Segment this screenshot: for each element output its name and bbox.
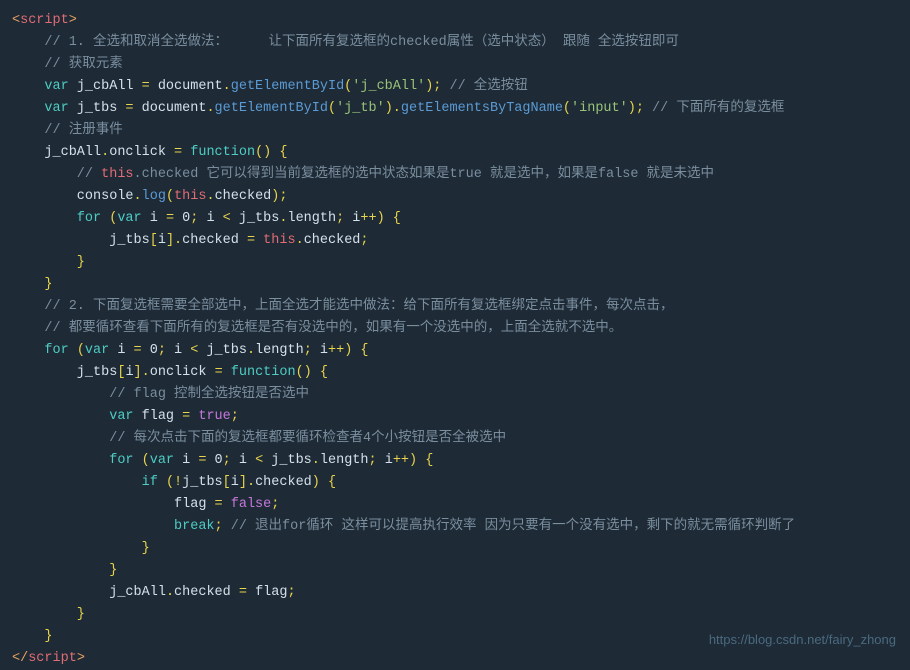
line-24: break; // 退出for循环 这样可以提高执行效率 因为只要有一个没有选中… <box>0 516 910 538</box>
line-27: j_cbAll.checked = flag; <box>0 582 910 604</box>
line-10: for (var i = 0; i < j_tbs.length; i++) { <box>0 208 910 230</box>
line-21: for (var i = 0; i < j_tbs.length; i++) { <box>0 450 910 472</box>
line-18: // flag 控制全选按钮是否选中 <box>0 384 910 406</box>
line-1: <script> <box>0 10 910 32</box>
line-11: j_tbs[i].checked = this.checked; <box>0 230 910 252</box>
watermark: https://blog.csdn.net/fairy_zhong <box>709 630 896 651</box>
line-17: j_tbs[i].onclick = function() { <box>0 362 910 384</box>
line-4: var j_cbAll = document.getElementById('j… <box>0 76 910 98</box>
line-16: for (var i = 0; i < j_tbs.length; i++) { <box>0 340 910 362</box>
line-15: // 都要循环查看下面所有的复选框是否有没选中的，如果有一个没选中的，上面全选就… <box>0 318 910 340</box>
line-19: var flag = true; <box>0 406 910 428</box>
line-6: // 注册事件 <box>0 120 910 142</box>
line-9: console.log(this.checked); <box>0 186 910 208</box>
line-26: } <box>0 560 910 582</box>
line-13: } <box>0 274 910 296</box>
line-14: // 2. 下面复选框需要全部选中，上面全选才能选中做法：给下面所有复选框绑定点… <box>0 296 910 318</box>
line-5: var j_tbs = document.getElementById('j_t… <box>0 98 910 120</box>
line-28: } <box>0 604 910 626</box>
code-editor: <script> // 1. 全选和取消全选做法： 让下面所有复选框的check… <box>0 0 910 663</box>
line-7: j_cbAll.onclick = function() { <box>0 142 910 164</box>
line-12: } <box>0 252 910 274</box>
line-20: // 每次点击下面的复选框都要循环检查者4个小按钮是否全被选中 <box>0 428 910 450</box>
line-25: } <box>0 538 910 560</box>
line-22: if (!j_tbs[i].checked) { <box>0 472 910 494</box>
line-30: </script> <box>0 648 910 670</box>
line-23: flag = false; <box>0 494 910 516</box>
line-8: // this.checked 它可以得到当前复选框的选中状态如果是true 就… <box>0 164 910 186</box>
line-2: // 1. 全选和取消全选做法： 让下面所有复选框的checked属性（选中状态… <box>0 32 910 54</box>
line-3: // 获取元素 <box>0 54 910 76</box>
